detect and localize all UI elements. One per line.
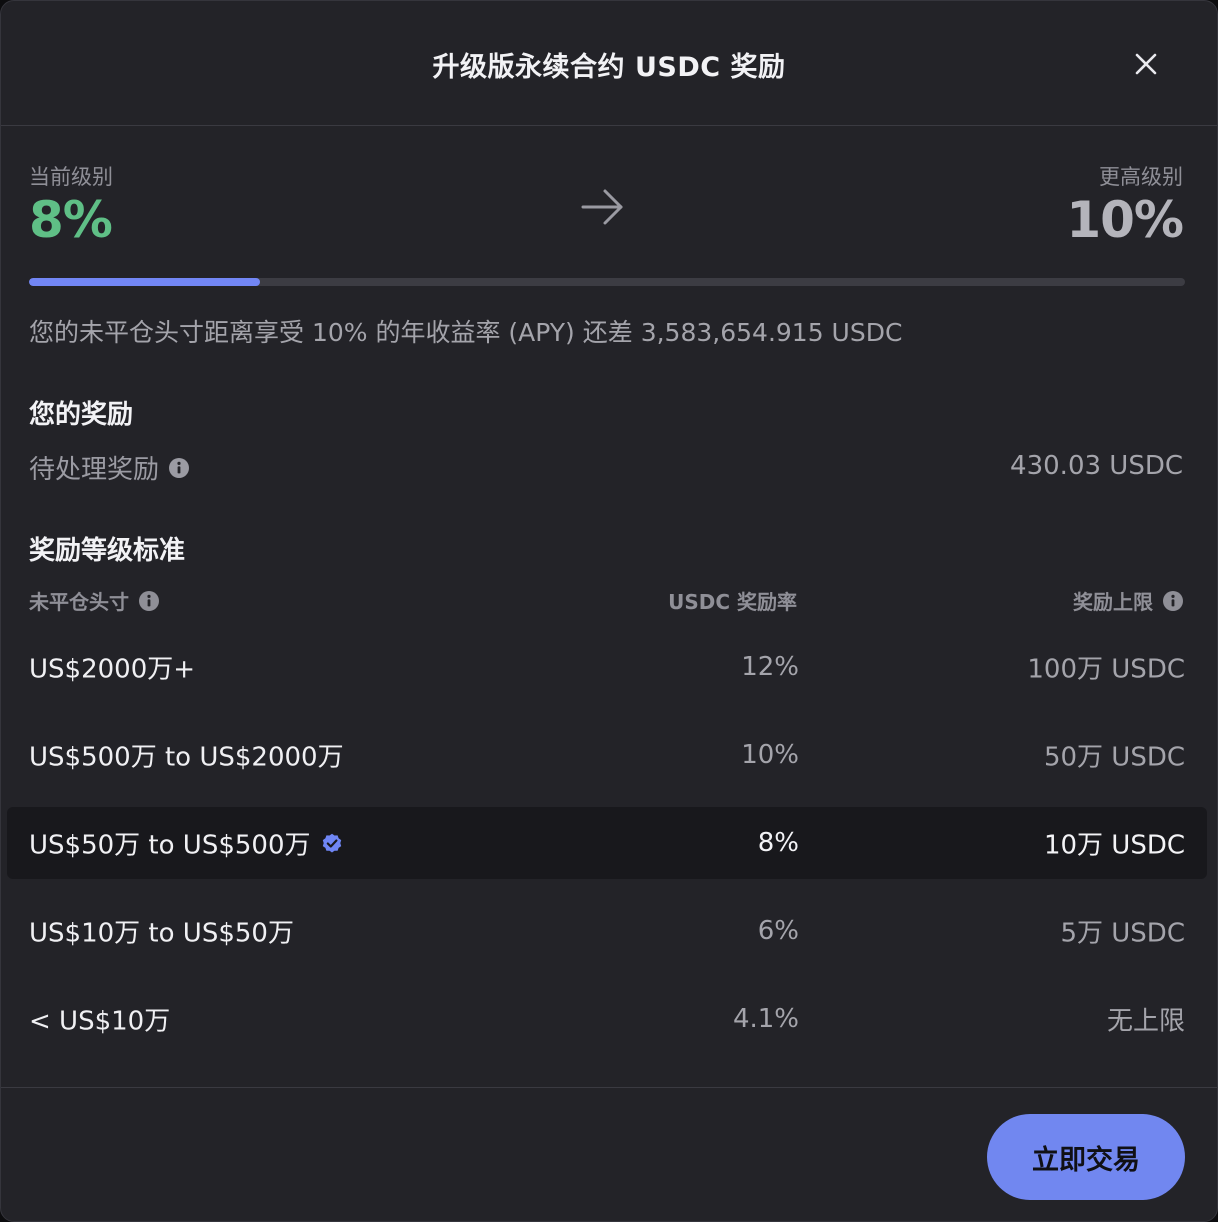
column-header-cap-label: 奖励上限 — [1073, 590, 1153, 614]
tier-range: < US$10万 — [29, 1006, 171, 1037]
next-tier-value: 10% — [1066, 191, 1184, 249]
tier-rate: 6% — [757, 916, 799, 946]
usdc-rewards-modal: 升级版永续合约 USDC 奖励 当前级别 8% 更高级别 10% 您的未平仓头寸… — [0, 0, 1218, 1222]
current-tier-value: 8% — [29, 191, 113, 249]
column-header-position-label: 未平仓头寸 — [29, 590, 129, 614]
modal-footer: 立即交易 — [1, 1087, 1217, 1221]
tier-row: < US$10万 4.1% 无上限 — [7, 983, 1207, 1055]
column-header-position: 未平仓头寸 — [29, 586, 159, 615]
info-icon[interactable] — [1163, 590, 1183, 611]
modal-title: 升级版永续合约 USDC 奖励 — [432, 52, 786, 83]
tier-rate: 10% — [741, 740, 799, 770]
tier-range: US$500万 to US$2000万 — [29, 742, 344, 773]
tier-cap: 无上限 — [1106, 1006, 1185, 1037]
check-badge-icon — [322, 833, 341, 852]
tier-rate: 4.1% — [732, 1004, 799, 1034]
column-header-cap: 奖励上限 — [1073, 586, 1183, 615]
tier-cap: 100万 USDC — [1027, 654, 1185, 685]
pending-rewards-label: 待处理奖励 — [29, 449, 190, 486]
tier-rate: 12% — [741, 652, 799, 682]
tier-range: US$50万 to US$500万 — [29, 830, 311, 861]
pending-rewards-text: 待处理奖励 — [29, 455, 160, 485]
close-icon — [1135, 53, 1157, 75]
tier-row-current: US$50万 to US$500万 8% 10万 USDC — [7, 807, 1207, 879]
tier-range: US$10万 to US$50万 — [29, 918, 294, 949]
tier-progress-fill — [29, 278, 261, 286]
tier-cap: 50万 USDC — [1043, 742, 1185, 773]
column-header-rate: USDC 奖励率 — [668, 590, 797, 614]
rewards-section-title: 您的奖励 — [29, 400, 134, 430]
tier-cap: 5万 USDC — [1060, 918, 1185, 949]
next-tier-label: 更高级别 — [1099, 165, 1183, 189]
tier-row: US$10万 to US$50万 6% 5万 USDC — [7, 895, 1207, 967]
tier-row: US$500万 to US$2000万 10% 50万 USDC — [7, 719, 1207, 791]
tier-progress-bar — [29, 278, 1185, 286]
pending-rewards-value: 430.03 USDC — [1010, 451, 1183, 481]
tier-cap: 10万 USDC — [1043, 830, 1185, 861]
info-icon[interactable] — [169, 457, 190, 478]
tier-row: US$2000万+ 12% 100万 USDC — [7, 631, 1207, 703]
trade-now-button[interactable]: 立即交易 — [987, 1114, 1185, 1200]
close-button[interactable] — [1127, 45, 1165, 83]
current-tier-label: 当前级别 — [29, 165, 113, 189]
tier-range-cell: US$50万 to US$500万 — [29, 825, 343, 862]
standards-section-title: 奖励等级标准 — [29, 536, 186, 566]
tier-rate: 8% — [757, 828, 799, 858]
progress-note: 您的未平仓头寸距离享受 10% 的年收益率 (APY) 还差 3,583,654… — [29, 318, 903, 347]
arrow-right-icon — [581, 189, 623, 225]
tier-range: US$2000万+ — [29, 654, 196, 685]
info-icon[interactable] — [139, 590, 159, 611]
modal-header: 升级版永续合约 USDC 奖励 — [1, 1, 1217, 126]
